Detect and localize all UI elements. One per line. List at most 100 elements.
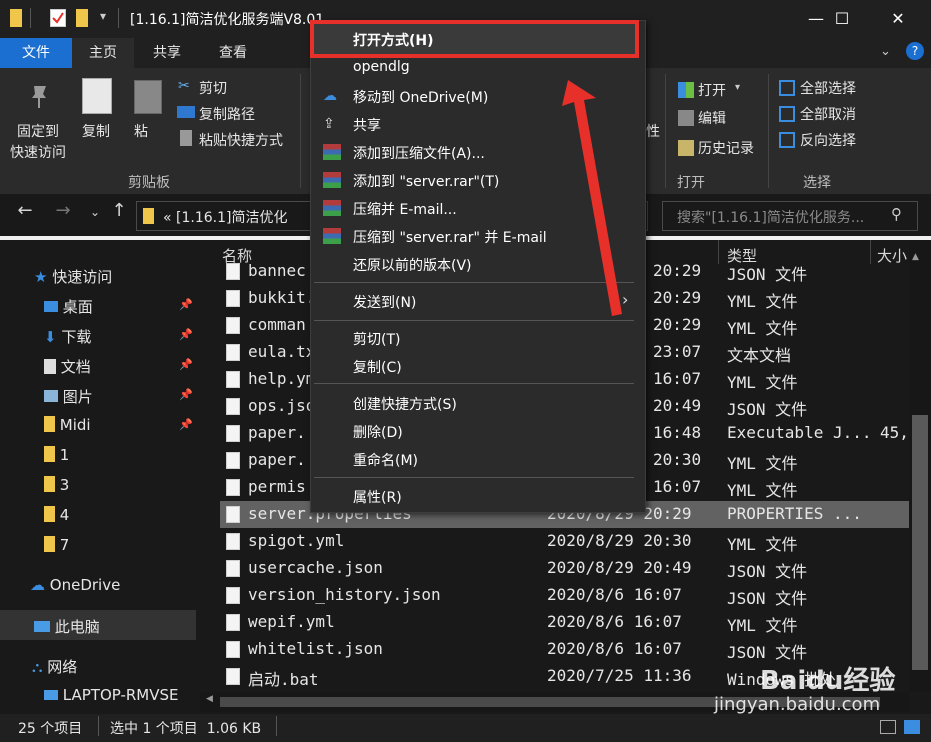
menu-item-restore-versions[interactable]: 还原以前的版本(V) <box>353 255 472 275</box>
vertical-scroll-thumb[interactable] <box>912 415 928 670</box>
copy-path-button[interactable]: 复制路径 <box>199 104 255 124</box>
table-row[interactable]: spigot.yml 2020/8/29 20:30 YML 文件 <box>220 528 909 555</box>
navigation-pane <box>0 240 200 714</box>
recent-locations-icon[interactable]: ⌄ <box>84 205 106 219</box>
nav-pictures[interactable]: 图片 <box>44 386 93 407</box>
nav-network[interactable]: ⛬ 网络 <box>32 656 77 677</box>
table-row[interactable]: usercache.json 2020/8/29 20:49 JSON 文件 <box>220 555 909 582</box>
table-row[interactable]: whitelist.json 2020/8/6 16:07 JSON 文件 <box>220 636 909 663</box>
winrar-icon <box>323 144 341 160</box>
file-icon <box>226 506 240 523</box>
new-folder-icon[interactable] <box>76 9 88 27</box>
maximize-button[interactable]: ☐ <box>819 0 865 38</box>
file-name: usercache.json <box>248 558 383 577</box>
file-date: 20:29 <box>653 315 702 334</box>
nav-quick-access[interactable]: ★ 快速访问 <box>34 266 112 287</box>
menu-item-copy[interactable]: 复制(C) <box>353 357 402 377</box>
file-name: help.ym <box>248 369 316 388</box>
pin-icon[interactable]: 📌 <box>179 328 193 341</box>
menu-item-add-rar[interactable]: 添加到 "server.rar"(T) <box>353 171 499 191</box>
cut-button[interactable]: 剪切 <box>199 78 227 98</box>
menu-item-rename[interactable]: 重命名(M) <box>353 450 418 470</box>
nav-documents[interactable]: 文档 <box>44 356 91 377</box>
file-date: 2020/8/6 16:07 <box>547 612 682 631</box>
properties-fragment[interactable]: 性 <box>646 121 660 141</box>
up-icon[interactable]: ↑ <box>108 200 130 221</box>
file-icon <box>226 479 240 496</box>
menu-item-move-onedrive[interactable]: 移动到 OneDrive(M) <box>353 87 488 107</box>
nav-folder-4[interactable]: 4 <box>44 506 69 524</box>
select-all-button[interactable]: 全部选择 <box>800 78 856 98</box>
nav-midi[interactable]: Midi <box>44 416 91 434</box>
pictures-icon <box>44 390 58 402</box>
file-date: 2020/8/6 16:07 <box>547 639 682 658</box>
table-row[interactable]: wepif.yml 2020/8/6 16:07 YML 文件 <box>220 609 909 636</box>
invert-selection-button[interactable]: 反向选择 <box>800 130 856 150</box>
menu-item-add-archive[interactable]: 添加到压缩文件(A)... <box>353 143 485 163</box>
help-icon[interactable]: ? <box>906 42 924 60</box>
paste-shortcut-button[interactable]: 粘贴快捷方式 <box>199 130 283 150</box>
table-row[interactable]: version_history.json 2020/8/6 16:07 JSON 文… <box>220 582 909 609</box>
select-none-button[interactable]: 全部取消 <box>800 104 856 124</box>
back-icon[interactable]: ← <box>14 200 36 221</box>
history-button[interactable]: 历史记录 <box>698 138 754 158</box>
computer-icon <box>34 621 50 632</box>
nav-laptop[interactable]: LAPTOP-RMVSE <box>44 686 179 704</box>
pin-icon[interactable]: 📌 <box>179 388 193 401</box>
menu-item-create-shortcut[interactable]: 创建快捷方式(S) <box>353 394 457 414</box>
menu-item-compress-email[interactable]: 压缩并 E-mail... <box>353 199 457 219</box>
paste-button[interactable]: 粘 <box>134 121 148 141</box>
file-name: paper. <box>248 450 306 469</box>
open-dropdown-icon[interactable]: ▾ <box>735 82 740 93</box>
nav-downloads[interactable]: ⬇ 下载 <box>44 326 91 347</box>
menu-item-send-to[interactable]: 发送到(N) <box>353 292 416 312</box>
copy-button[interactable]: 复制 <box>82 121 110 141</box>
open-button[interactable]: 打开 <box>698 80 726 100</box>
file-icon <box>226 290 240 307</box>
file-date: 16:48 <box>653 423 702 442</box>
large-icons-view-icon[interactable] <box>904 720 920 734</box>
properties-icon[interactable] <box>50 9 66 27</box>
menu-item-compress-rar-email[interactable]: 压缩到 "server.rar" 并 E-mail <box>353 227 547 247</box>
details-view-icon[interactable] <box>880 720 896 734</box>
edit-button[interactable]: 编辑 <box>698 108 726 128</box>
menu-item-delete[interactable]: 删除(D) <box>353 422 403 442</box>
tab-share[interactable]: 共享 <box>134 38 200 68</box>
pin-icon[interactable]: 📌 <box>179 358 193 371</box>
nav-desktop[interactable]: 桌面 <box>44 296 93 317</box>
scroll-left-icon[interactable]: ◀ <box>206 694 213 704</box>
select-all-icon <box>779 80 795 96</box>
nav-this-pc[interactable]: 此电脑 <box>34 616 100 637</box>
pin-icon[interactable]: 📌 <box>179 298 193 311</box>
folder-icon <box>44 506 55 522</box>
menu-item-open-with[interactable]: 打开方式(H) <box>353 30 434 50</box>
nav-folder-3[interactable]: 3 <box>44 476 69 494</box>
onedrive-icon: ☁ <box>323 88 337 104</box>
file-name: eula.tx <box>248 342 316 361</box>
customize-toolbar-icon[interactable]: ▾ <box>100 9 106 23</box>
nav-folder-1[interactable]: 1 <box>44 446 69 464</box>
select-none-icon <box>779 106 795 122</box>
close-button[interactable]: ✕ <box>875 0 921 38</box>
menu-item-share[interactable]: 共享 <box>353 115 381 135</box>
forward-icon[interactable]: → <box>52 200 74 221</box>
tab-home[interactable]: 主页 <box>72 38 134 68</box>
pin-icon[interactable]: 📌 <box>179 418 193 431</box>
pin-label-2[interactable]: 快速访问 <box>10 142 66 162</box>
menu-item-properties[interactable]: 属性(R) <box>353 487 402 507</box>
file-type: YML 文件 <box>727 616 798 635</box>
expand-ribbon-icon[interactable]: ⌄ <box>880 44 891 59</box>
menu-item-opendlg[interactable]: opendlg <box>353 59 410 75</box>
file-date: 20:29 <box>653 261 702 280</box>
tab-file[interactable]: 文件 <box>0 38 72 68</box>
search-input[interactable]: 搜索"[1.16.1]简洁优化服务... ⚲ <box>662 201 918 231</box>
menu-item-cut[interactable]: 剪切(T) <box>353 329 400 349</box>
nav-onedrive[interactable]: ☁ OneDrive <box>30 576 120 594</box>
winrar-icon <box>323 200 341 216</box>
tab-view[interactable]: 查看 <box>200 38 266 68</box>
scroll-up-icon[interactable]: ▲ <box>912 252 919 262</box>
pin-label[interactable]: 固定到 <box>17 121 59 141</box>
file-type: 文本文档 <box>727 346 792 365</box>
file-type: YML 文件 <box>727 373 798 392</box>
nav-folder-7[interactable]: 7 <box>44 536 69 554</box>
